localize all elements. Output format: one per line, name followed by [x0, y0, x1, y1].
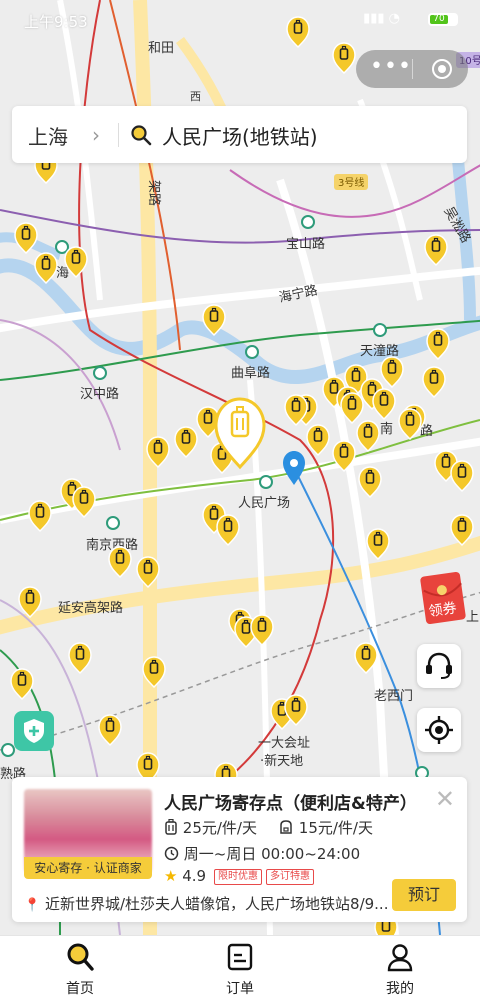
tab-home-label: 首页 — [66, 981, 94, 997]
certified-merchant-badge: 安心寄存 · 认证商家 — [24, 857, 152, 879]
tab-profile[interactable]: 我的 — [340, 936, 460, 1000]
price-small-value: 15元/件/天 — [298, 819, 373, 837]
store-address-text: 近新世界城/杜莎夫人蜡像馆，人民广场地铁站8/9... — [44, 895, 389, 913]
clock-icon — [164, 846, 179, 861]
status-time: 上午9:53 — [24, 13, 88, 31]
store-title[interactable]: 人民广场寄存点（便利店&特产） — [164, 789, 417, 814]
map-label-xintiandi-2: ·新天地 — [260, 753, 303, 769]
order-icon — [227, 943, 253, 971]
miniprogram-capsule[interactable]: ••• — [356, 50, 468, 88]
headset-icon — [426, 652, 452, 679]
search-icon — [67, 943, 94, 971]
map-label-jia-road: 架路 — [146, 180, 162, 206]
svg-text:3号线: 3号线 — [338, 176, 364, 189]
opening-hours-value: 周一~周日 00:00~24:00 — [183, 845, 361, 863]
book-button[interactable]: 预订 — [392, 879, 456, 911]
capsule-divider — [412, 59, 413, 79]
map-label-baoshan-road: 宝山路 — [286, 236, 325, 252]
battery-icon: 70 — [428, 13, 458, 26]
price-large-luggage: 25元/件/天 — [164, 817, 257, 838]
tab-home[interactable]: 首页 — [20, 936, 140, 1000]
tab-orders-label: 订单 — [226, 981, 254, 997]
search-divider — [118, 123, 119, 147]
map-label-nan: 南 — [380, 421, 393, 437]
close-icon[interactable]: ✕ — [435, 785, 455, 813]
city-selector[interactable]: 上海 — [28, 121, 68, 150]
signal-icon: ▮▮▮ ◔ — [363, 11, 400, 26]
store-address[interactable]: 📍 近新世界城/杜莎夫人蜡像馆，人民广场地铁站8/9... — [24, 893, 388, 914]
status-bar: 上午9:53 ▮▮▮ ◔ 70 — [0, 0, 480, 38]
star-icon: ★ — [164, 867, 178, 885]
map-label-xintiandi-1: 一大会址 — [258, 736, 310, 751]
rating-value: 4.9 — [182, 867, 207, 885]
safety-button[interactable] — [14, 711, 54, 751]
map-label-peoples-square: 人民广场 — [238, 496, 290, 511]
map-label-laoximen: 老西门 — [374, 689, 413, 704]
price-small-luggage: 15元/件/天 — [278, 817, 373, 838]
search-icon — [131, 125, 152, 146]
opening-hours: 周一~周日 00:00~24:00 — [164, 843, 360, 864]
more-icon[interactable]: ••• — [370, 56, 411, 78]
tab-orders[interactable]: 订单 — [180, 936, 300, 1000]
promo-tag-limited: 限时优惠 — [214, 869, 262, 885]
customer-service-button[interactable] — [417, 644, 461, 688]
tab-profile-label: 我的 — [386, 981, 414, 997]
map-label-yanan-elevated: 延安高架路 — [58, 600, 123, 616]
map-label-hai: 海 — [56, 266, 69, 281]
search-bar[interactable]: 上海 › 人民广场(地铁站) — [12, 106, 467, 163]
line3-badge: 3号线 — [334, 174, 368, 190]
storage-point-card[interactable]: 安心寄存 · 认证商家 人民广场寄存点（便利店&特产） ✕ 25元/件/天 15… — [12, 777, 467, 922]
battery-level: 70 — [430, 15, 448, 24]
locate-me-button[interactable] — [417, 708, 461, 752]
map-label-hetian: 和田 — [148, 41, 174, 56]
chevron-right-icon[interactable]: › — [92, 123, 100, 147]
profile-icon — [387, 944, 413, 972]
crosshair-icon — [425, 716, 453, 744]
backpack-icon — [280, 820, 292, 834]
search-input[interactable]: 人民广场(地铁站) — [162, 121, 318, 150]
red-envelope-icon: 领券 — [420, 571, 466, 625]
rating: ★ 4.9 — [164, 867, 206, 885]
coupon-button[interactable]: 领券 — [419, 568, 471, 626]
bottom-tab-bar: 首页 订单 我的 — [0, 935, 480, 1000]
promo-tag-multi: 多订特惠 — [266, 869, 314, 885]
location-pin-icon: 📍 — [24, 898, 41, 913]
map-label-qufu-road: 曲阜路 — [231, 365, 270, 381]
map-label-hanzhong-road: 汉中路 — [80, 386, 119, 402]
close-miniprogram-icon[interactable] — [432, 59, 452, 79]
price-large-value: 25元/件/天 — [182, 819, 257, 837]
shield-plus-icon — [24, 719, 44, 743]
suitcase-icon — [165, 818, 177, 835]
map-label-xi: 西 — [190, 90, 201, 103]
